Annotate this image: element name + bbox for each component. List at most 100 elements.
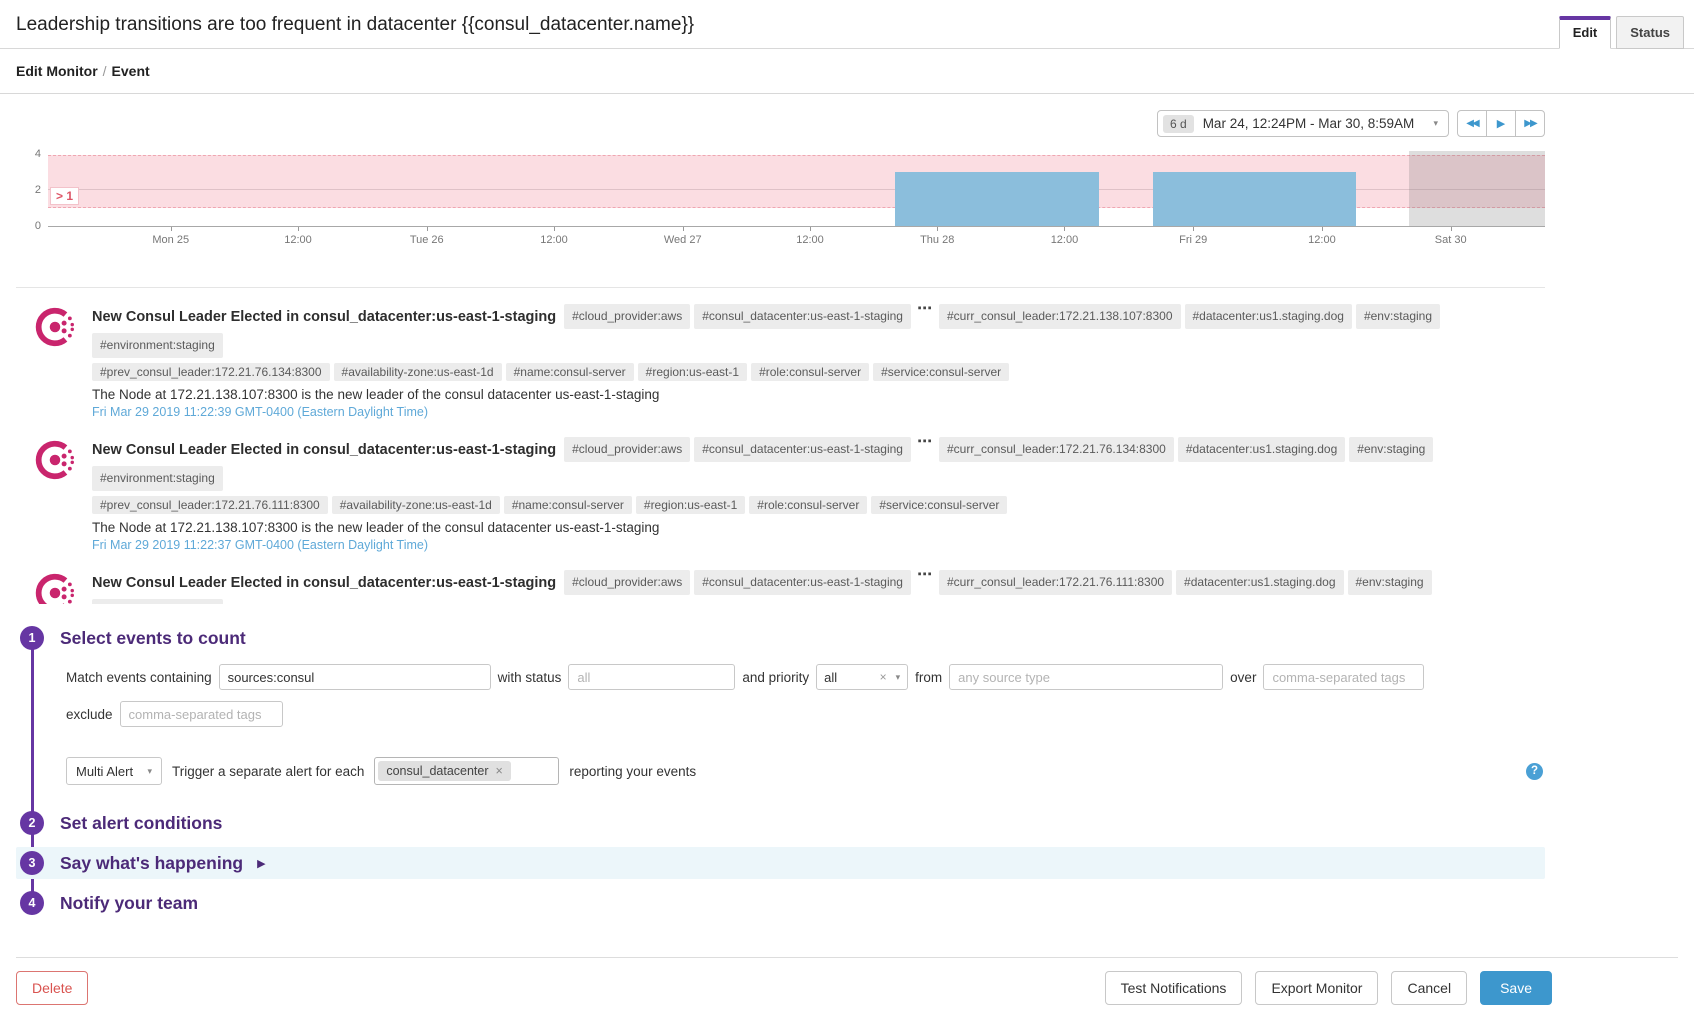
save-button[interactable]: Save bbox=[1480, 971, 1552, 1005]
cancel-button[interactable]: Cancel bbox=[1391, 971, 1468, 1005]
alert-type-value: Multi Alert bbox=[76, 763, 134, 779]
event-title: New Consul Leader Elected in consul_data… bbox=[92, 308, 557, 325]
tab-status[interactable]: Status bbox=[1616, 16, 1684, 49]
breadcrumb-separator: / bbox=[102, 63, 107, 79]
event-tags-row: #prev_consul_leader:172.21.76.111:8300 #a… bbox=[92, 494, 1545, 516]
event-tag[interactable]: #env:staging bbox=[1349, 437, 1434, 462]
event-tag[interactable]: #service:consul-server bbox=[873, 363, 1010, 381]
event-tag[interactable]: #datacenter:us1.staging.dog bbox=[1184, 304, 1352, 329]
match-row: Match events containing with status and … bbox=[66, 664, 1545, 690]
alert-type-select[interactable]: Multi Alert ▾ bbox=[66, 757, 162, 785]
step-3-badge: 3 bbox=[20, 851, 44, 875]
event-tag[interactable]: #environment:staging bbox=[92, 466, 223, 491]
x-axis-tick bbox=[1321, 227, 1323, 231]
more-tags-icon[interactable]: ⋯ bbox=[917, 568, 933, 582]
event-tag[interactable]: #env:staging bbox=[1355, 304, 1441, 329]
chart-x-axis: Mon 25 12:00 Tue 26 12:00 Wed 27 12:00 Thu 28 1… bbox=[48, 227, 1545, 251]
priority-select[interactable]: all × ▾ bbox=[816, 664, 909, 690]
event-tag[interactable]: #availability-zone:us-east-1d bbox=[333, 363, 502, 381]
threshold-label: > 1 bbox=[50, 187, 80, 205]
event-tag[interactable]: #environment:staging bbox=[92, 599, 223, 604]
rewind-icon: ◀◀ bbox=[1466, 118, 1479, 129]
test-notifications-button[interactable]: Test Notifications bbox=[1104, 971, 1243, 1005]
x-axis-tick bbox=[170, 227, 172, 231]
status-input[interactable] bbox=[568, 664, 736, 690]
over-label: over bbox=[1230, 669, 1257, 685]
match-label: Match events containing bbox=[66, 669, 212, 685]
event-list-item[interactable]: New Consul Leader Elected in consul_data… bbox=[16, 434, 1545, 552]
event-tag[interactable]: #region:us-east-1 bbox=[635, 496, 746, 514]
event-tag[interactable]: #datacenter:us1.staging.dog bbox=[1177, 437, 1346, 462]
play-button[interactable]: ▶ bbox=[1486, 110, 1516, 137]
more-tags-icon[interactable]: ⋯ bbox=[917, 301, 933, 316]
event-tag[interactable]: #cloud_provider:aws bbox=[564, 570, 691, 595]
time-range-select[interactable]: 6 d Mar 24, 12:24PM - Mar 30, 8:59AM ▾ bbox=[1157, 110, 1449, 137]
event-list-item[interactable]: New Consul Leader Elected in consul_data… bbox=[16, 568, 1545, 604]
event-title-row: New Consul Leader Elected in consul_data… bbox=[92, 301, 1545, 360]
event-title: New Consul Leader Elected in consul_data… bbox=[92, 574, 557, 591]
group-by-input[interactable]: consul_datacenter × bbox=[374, 757, 560, 785]
step-2-row[interactable]: 2 Set alert conditions bbox=[16, 811, 1545, 835]
step-4-title: Notify your team bbox=[60, 892, 199, 913]
rewind-button[interactable]: ◀◀ bbox=[1457, 110, 1487, 137]
event-tag[interactable]: #consul_datacenter:us-east-1-staging bbox=[694, 570, 911, 595]
breadcrumb-section[interactable]: Edit Monitor bbox=[16, 63, 98, 79]
event-tag[interactable]: #region:us-east-1 bbox=[637, 363, 748, 381]
x-axis-tick-label: Tue 26 bbox=[409, 234, 444, 246]
step-2-badge: 2 bbox=[20, 811, 44, 835]
event-tag[interactable]: #role:consul-server bbox=[751, 363, 870, 381]
x-axis-tick-label: 12:00 bbox=[1050, 234, 1079, 246]
tab-edit[interactable]: Edit bbox=[1558, 16, 1612, 49]
match-events-input[interactable] bbox=[218, 664, 491, 690]
export-monitor-button[interactable]: Export Monitor bbox=[1255, 971, 1379, 1005]
event-tag[interactable]: #name:consul-server bbox=[503, 496, 632, 514]
event-list-item[interactable]: New Consul Leader Elected in consul_data… bbox=[16, 301, 1545, 419]
priority-label: and priority bbox=[742, 669, 810, 685]
x-axis-tick bbox=[426, 227, 428, 231]
event-tag[interactable]: #availability-zone:us-east-1d bbox=[331, 496, 500, 514]
x-axis-tick-label: Wed 27 bbox=[663, 234, 702, 246]
event-tag[interactable]: #curr_consul_leader:172.21.76.111:8300 bbox=[938, 570, 1173, 595]
from-label: from bbox=[915, 669, 943, 685]
more-tags-icon[interactable]: ⋯ bbox=[917, 434, 933, 449]
remove-token-icon[interactable]: × bbox=[496, 764, 503, 778]
event-tag[interactable]: #prev_consul_leader:172.21.76.111:8300 bbox=[92, 496, 328, 514]
event-body: New Consul Leader Elected in consul_data… bbox=[92, 568, 1545, 604]
event-tag[interactable]: #curr_consul_leader:172.21.138.107:8300 bbox=[938, 304, 1181, 329]
event-tag[interactable]: #cloud_provider:aws bbox=[564, 304, 691, 329]
header: Leadership transitions are too frequent … bbox=[0, 0, 1694, 49]
exclude-tags-input[interactable] bbox=[119, 701, 283, 727]
expand-arrow-icon[interactable]: ▶ bbox=[257, 857, 265, 870]
chart-bar bbox=[895, 172, 1099, 226]
step-4-row[interactable]: 4 Notify your team bbox=[16, 891, 1545, 915]
time-nav-buttons: ◀◀ ▶ ▶▶ bbox=[1457, 110, 1545, 137]
play-icon: ▶ bbox=[1496, 118, 1506, 130]
source-type-input[interactable] bbox=[949, 664, 1224, 690]
x-axis-tick-label: 12:00 bbox=[1308, 234, 1336, 246]
step-4-badge: 4 bbox=[20, 891, 44, 915]
over-tags-input[interactable] bbox=[1263, 664, 1425, 690]
chart-plot[interactable]: 0 2 4 > 1 bbox=[35, 148, 1545, 232]
event-body: New Consul Leader Elected in consul_data… bbox=[92, 434, 1545, 552]
event-tag[interactable]: #datacenter:us1.staging.dog bbox=[1176, 570, 1344, 595]
event-tag[interactable]: #role:consul-server bbox=[749, 496, 868, 514]
step-1-content: Match events containing with status and … bbox=[66, 664, 1545, 785]
event-tag[interactable]: #curr_consul_leader:172.21.76.134:8300 bbox=[938, 437, 1174, 462]
step-3-row[interactable]: 3 Say what's happening ▶ bbox=[16, 847, 1545, 879]
event-tag[interactable]: #env:staging bbox=[1347, 570, 1432, 595]
event-tag[interactable]: #name:consul-server bbox=[505, 363, 634, 381]
event-tag[interactable]: #consul_datacenter:us-east-1-staging bbox=[694, 304, 911, 329]
event-tags-row: #prev_consul_leader:172.21.76.134:8300 #a… bbox=[92, 361, 1545, 383]
event-tag[interactable]: #service:consul-server bbox=[871, 496, 1008, 514]
event-tag[interactable]: #consul_datacenter:us-east-1-staging bbox=[694, 437, 911, 462]
clear-icon[interactable]: × bbox=[880, 670, 887, 684]
time-controls: 6 d Mar 24, 12:24PM - Mar 30, 8:59AM ▾ ◀… bbox=[16, 110, 1545, 137]
help-icon[interactable]: ? bbox=[1526, 762, 1543, 780]
event-tag[interactable]: #environment:staging bbox=[92, 333, 223, 358]
page-title: Leadership transitions are too frequent … bbox=[16, 14, 695, 35]
delete-button[interactable]: Delete bbox=[16, 971, 89, 1005]
event-tag[interactable]: #cloud_provider:aws bbox=[564, 437, 691, 462]
forward-button[interactable]: ▶▶ bbox=[1515, 110, 1545, 137]
event-tag[interactable]: #prev_consul_leader:172.21.76.134:8300 bbox=[92, 363, 330, 381]
reporting-label: reporting your events bbox=[569, 763, 697, 779]
